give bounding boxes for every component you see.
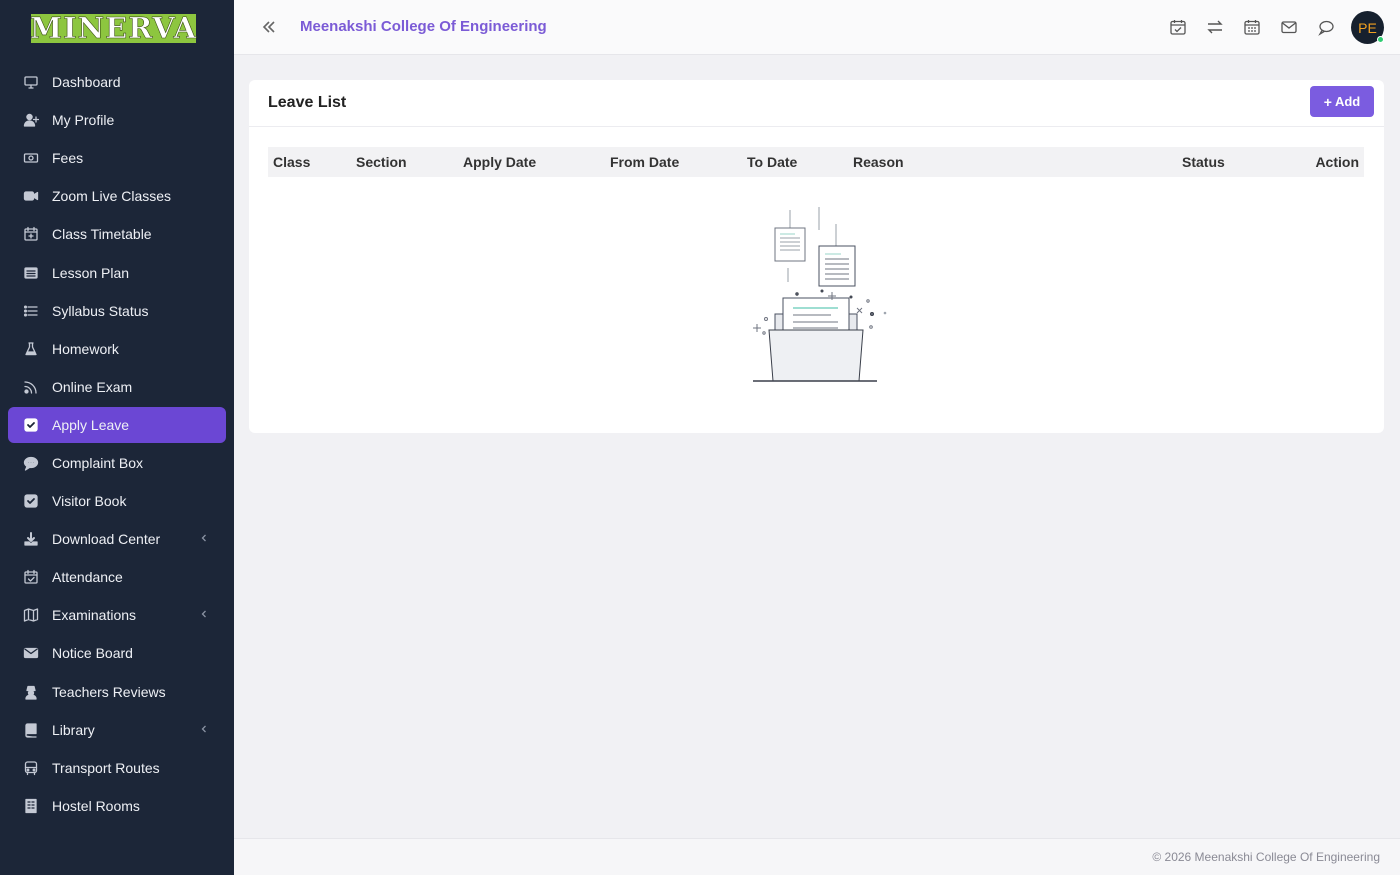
add-button-label: Add [1334,94,1361,109]
chevron-left-icon [200,723,208,737]
copyright-text: © 2026 Meenakshi College Of Engineering [1152,850,1380,864]
online-status-dot [1377,36,1384,43]
empty-state-illustration [753,207,887,382]
envelope-icon[interactable] [1280,18,1298,36]
column-header-reason[interactable]: Reason [853,154,904,170]
leave-list-card: Leave List + Add Class Section Apply Dat… [249,80,1384,433]
download-icon [22,530,40,548]
flask-icon [22,340,40,358]
sidebar-item-label: Homework [52,340,119,357]
sidebar-item-teachers-reviews[interactable]: Teachers Reviews [0,673,234,711]
column-header-from-date[interactable]: From Date [610,154,679,170]
sidebar-item-attendance[interactable]: Attendance [0,558,234,596]
sidebar-item-visitor-book[interactable]: Visitor Book [0,482,234,520]
page-title: Meenakshi College Of Engineering [300,18,547,35]
sidebar-item-class-timetable[interactable]: Class Timetable [0,215,234,253]
avatar-initials: PE [1358,19,1377,36]
monitor-icon [22,73,40,91]
column-header-to-date[interactable]: To Date [747,154,797,170]
sidebar-item-complaint-box[interactable]: Complaint Box [0,444,234,482]
sidebar-item-label: Dashboard [52,74,121,91]
sidebar-item-dashboard[interactable]: Dashboard [0,63,234,101]
column-header-action: Action [1315,154,1359,170]
chat-icon[interactable] [1317,18,1335,36]
brand-logo-text: MINERVA [29,11,198,45]
sidebar-item-notice-board[interactable]: Notice Board [0,634,234,672]
list-icon [22,302,40,320]
sidebar-item-label: Syllabus Status [52,302,149,319]
card-title: Leave List [268,94,347,111]
book-icon [22,721,40,739]
user-plus-icon [22,111,40,129]
calendar-check-icon[interactable] [1169,18,1187,36]
sidebar-item-label: Class Timetable [52,226,152,243]
column-header-section[interactable]: Section [356,154,407,170]
rss-icon [22,378,40,396]
sidebar-item-label: Download Center [52,531,161,548]
chevron-left-icon [200,608,208,622]
sidebar-item-label: Hostel Rooms [52,797,140,814]
column-header-class[interactable]: Class [273,154,310,170]
column-header-apply-date[interactable]: Apply Date [463,154,536,170]
brand-logo[interactable]: MINERVA [29,11,198,45]
sidebar-item-lesson-plan[interactable]: Lesson Plan [0,253,234,291]
sidebar: MINERVA Dashboard My Profile Fees Zoom Live… [0,0,234,875]
list-alt-icon [22,264,40,282]
sidebar-item-examinations[interactable]: Examinations [0,596,234,634]
double-chevron-left-icon [262,21,275,33]
sidebar-item-download-center[interactable]: Download Center [0,520,234,558]
sidebar-item-label: Visitor Book [52,493,127,510]
column-header-status[interactable]: Status [1182,154,1225,170]
sidebar-item-online-exam[interactable]: Online Exam [0,368,234,406]
calendar-icon[interactable] [1243,18,1261,36]
sidebar-item-label: Attendance [52,569,123,586]
sidebar-item-zoom-live-classes[interactable]: Zoom Live Classes [0,177,234,215]
map-icon [22,606,40,624]
check-square-icon [22,492,40,510]
comment-icon [22,454,40,472]
calendar-check-icon [22,568,40,586]
sidebar-item-label: Examinations [52,607,137,624]
sidebar-item-label: Notice Board [52,645,133,662]
sidebar-item-label: Teachers Reviews [52,683,166,700]
exchange-icon[interactable] [1206,18,1224,36]
bus-icon [22,759,40,777]
sidebar-item-label: Transport Routes [52,759,160,776]
user-secret-icon [22,683,40,701]
sidebar-item-label: Fees [52,150,84,167]
sidebar-item-label: Zoom Live Classes [52,188,172,205]
sidebar-nav: Dashboard My Profile Fees Zoom Live Classes… [0,63,234,825]
sidebar-item-label: Apply Leave [52,416,130,433]
top-header: Meenakshi College Of Engineering PE [234,0,1400,55]
sidebar-item-my-profile[interactable]: My Profile [0,101,234,139]
table-header: Class Section Apply Date From Date To Da… [268,147,1364,177]
envelope-icon [22,644,40,662]
chevron-left-icon [200,532,208,546]
card-header: Leave List + Add [249,80,1384,127]
sidebar-item-label: Online Exam [52,378,133,395]
building-icon [22,797,40,815]
footer: © 2026 Meenakshi College Of Engineering [234,838,1400,875]
sidebar-item-label: Lesson Plan [52,264,130,281]
video-icon [22,187,40,205]
sidebar-item-transport-routes[interactable]: Transport Routes [0,749,234,787]
collapse-sidebar-button[interactable] [261,16,277,38]
sidebar-item-label: My Profile [52,112,115,129]
money-icon [22,149,40,167]
sidebar-item-apply-leave[interactable]: Apply Leave [0,406,234,444]
sidebar-item-fees[interactable]: Fees [0,139,234,177]
calendar-plus-icon [22,225,40,243]
check-square-icon [22,416,40,434]
sidebar-item-label: Library [52,721,95,738]
add-leave-button[interactable]: + Add [1310,86,1374,117]
sidebar-item-library[interactable]: Library [0,711,234,749]
sidebar-item-hostel-rooms[interactable]: Hostel Rooms [0,787,234,825]
sidebar-item-homework[interactable]: Homework [0,330,234,368]
plus-icon: + [1323,93,1332,110]
sidebar-item-label: Complaint Box [52,454,144,471]
sidebar-item-syllabus-status[interactable]: Syllabus Status [0,292,234,330]
